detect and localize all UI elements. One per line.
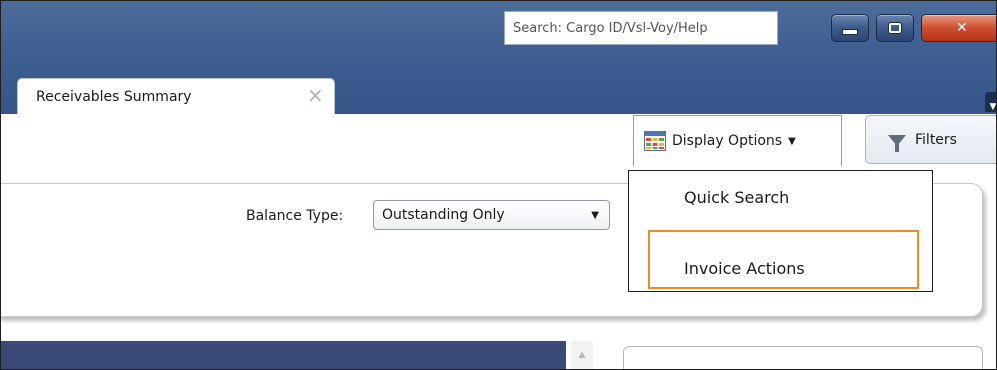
toolbar: Display Options ▼ Filters <box>1 114 996 170</box>
close-icon: ✕ <box>956 20 968 36</box>
tab-overflow-chevron-icon[interactable]: ▼ <box>985 92 996 112</box>
global-search-input[interactable] <box>505 12 777 44</box>
side-panel <box>623 346 983 369</box>
title-bar: ✕ Receivables Summary × ▼ <box>1 1 996 115</box>
chevron-down-icon: ▼ <box>788 135 796 147</box>
menu-item-quick-search[interactable]: Quick Search <box>684 188 789 207</box>
balance-type-select[interactable]: Outstanding Only ▼ <box>373 200 610 230</box>
balance-type-label: Balance Type: <box>246 208 344 224</box>
balance-type-value: Outstanding Only <box>382 207 505 223</box>
chevron-down-icon: ▼ <box>591 210 599 221</box>
scroll-up-arrow-icon[interactable]: ▲ <box>571 341 593 369</box>
display-options-label: Display Options <box>672 133 783 149</box>
filters-button[interactable]: Filters <box>865 115 996 164</box>
display-options-menu: Quick Search Invoice Actions <box>628 170 933 292</box>
restore-button[interactable] <box>876 14 914 42</box>
app-window: ✕ Receivables Summary × ▼ Display Op <box>0 0 997 370</box>
grid-header <box>1 341 566 369</box>
filter-funnel-icon <box>888 135 906 152</box>
restore-icon <box>889 23 901 33</box>
tab-receivables-summary[interactable]: Receivables Summary × <box>17 78 335 115</box>
display-grid-icon <box>644 131 666 151</box>
menu-item-invoice-actions[interactable]: Invoice Actions <box>684 259 805 278</box>
display-options-button[interactable]: Display Options ▼ <box>633 115 842 166</box>
tab-label: Receivables Summary <box>36 89 192 105</box>
global-search-box[interactable] <box>504 11 778 45</box>
minimize-icon <box>843 30 857 34</box>
minimize-button[interactable] <box>831 14 869 42</box>
close-button[interactable]: ✕ <box>921 14 996 42</box>
tab-close-icon[interactable]: × <box>307 85 324 105</box>
filters-label: Filters <box>915 131 957 148</box>
